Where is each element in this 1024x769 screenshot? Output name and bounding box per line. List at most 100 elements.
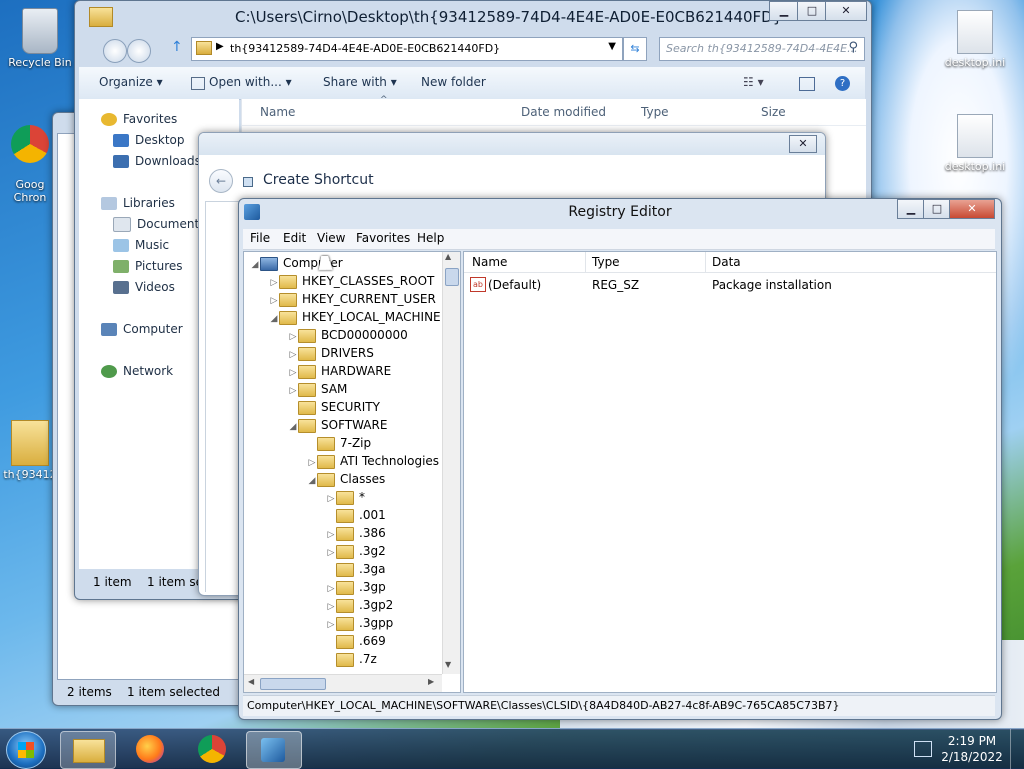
- folder-icon: [336, 544, 354, 559]
- nav-label: Computer: [123, 322, 183, 336]
- scroll-right-arrow-icon[interactable]: ▶: [428, 677, 434, 686]
- column-type[interactable]: Type: [641, 105, 669, 119]
- tree-node[interactable]: ▷ DRIVERS: [288, 344, 374, 362]
- minimize-button[interactable]: ▁: [897, 199, 925, 219]
- chrome-icon: [11, 125, 49, 163]
- tree-node[interactable]: ▷ *: [326, 488, 365, 506]
- tree-horizontal-scrollbar[interactable]: ◀ ▶: [244, 674, 442, 692]
- preview-pane-icon[interactable]: [799, 77, 815, 91]
- open-with-button[interactable]: Open with... ▾: [209, 75, 292, 89]
- close-button[interactable]: ✕: [825, 1, 867, 21]
- taskbar-chrome[interactable]: [186, 731, 240, 767]
- scroll-thumb[interactable]: [445, 268, 459, 286]
- expand-toggle-icon[interactable]: ◢: [269, 310, 279, 328]
- expand-toggle-icon[interactable]: ◢: [288, 418, 298, 436]
- tree-node[interactable]: ▷ BCD00000000: [288, 326, 408, 344]
- taskbar-explorer[interactable]: [60, 731, 116, 769]
- menu-view[interactable]: View: [317, 231, 345, 245]
- tree-node-label: .669: [359, 634, 386, 648]
- menu-edit[interactable]: Edit: [283, 231, 306, 245]
- desktop-icon-recycle-bin[interactable]: Recycle Bin: [0, 8, 80, 69]
- tree-node[interactable]: ▷ HKEY_CLASSES_ROOT: [269, 272, 434, 290]
- tree-node[interactable]: ▷ HARDWARE: [288, 362, 391, 380]
- value-type: REG_SZ: [592, 278, 640, 292]
- tree-node[interactable]: ▷ SAM: [288, 380, 347, 398]
- refresh-button[interactable]: ⇆: [623, 37, 647, 61]
- tree-node-label: SECURITY: [321, 400, 380, 414]
- value-name: (Default): [488, 278, 542, 292]
- status-key-path: Computer\HKEY_LOCAL_MACHINE\SOFTWARE\Cla…: [247, 699, 840, 712]
- tree-node[interactable]: ▷ HKEY_CURRENT_USER: [269, 290, 436, 308]
- scroll-down-arrow-icon[interactable]: ▼: [445, 660, 451, 669]
- start-button[interactable]: [6, 731, 46, 769]
- breadcrumb-arrow-icon[interactable]: ▶: [216, 41, 224, 52]
- tree-vertical-scrollbar[interactable]: ▲ ▼: [442, 252, 460, 674]
- desktop-icon-ini-1[interactable]: desktop.ini: [935, 10, 1015, 69]
- registry-values[interactable]: Name Type Data ab (Default) REG_SZ Packa…: [463, 251, 997, 693]
- maximize-button[interactable]: □: [923, 199, 951, 219]
- address-dropdown-icon[interactable]: ▼: [608, 41, 616, 52]
- values-header: Name Type Data: [464, 252, 996, 273]
- close-button[interactable]: ✕: [789, 135, 817, 153]
- share-with-button[interactable]: Share with ▾: [323, 75, 397, 89]
- folder-window-icon: [89, 7, 151, 63]
- tree-node[interactable]: .669: [326, 632, 386, 650]
- registry-editor-window[interactable]: Registry Editor ▁ □ ✕ File Edit View Fav…: [238, 198, 1002, 720]
- maximize-button[interactable]: □: [797, 1, 827, 21]
- nav-favorites[interactable]: Favorites: [101, 109, 261, 129]
- tree-node[interactable]: ▷ .3g2: [326, 542, 386, 560]
- search-icon: ⚲: [848, 40, 858, 55]
- address-bar[interactable]: ▶ th{93412589-74D4-4E4E-AD0E-E0CB621440F…: [191, 37, 623, 61]
- registry-tree[interactable]: ◢ Computer ▷ HKEY_CLASSES_ROOT ▷ HKEY_CURRENT…: [243, 251, 461, 693]
- tree-node[interactable]: ◢ HKEY_LOCAL_MACHINE: [269, 308, 441, 326]
- tree-node[interactable]: ▷ .3gpp: [326, 614, 393, 632]
- desktop-icon-folder[interactable]: th{93412: [0, 420, 60, 481]
- column-date[interactable]: Date modified: [521, 105, 606, 119]
- tree-node-label: .3gp2: [359, 598, 394, 612]
- organize-button[interactable]: Organize ▾: [99, 75, 163, 89]
- column-size[interactable]: Size: [761, 105, 786, 119]
- tree-node[interactable]: ▷ .386: [326, 524, 386, 542]
- show-desktop-button[interactable]: [1010, 729, 1024, 769]
- minimize-button[interactable]: ▁: [769, 1, 799, 21]
- folder-icon: [279, 292, 297, 307]
- menu-file[interactable]: File: [250, 231, 270, 245]
- tree-node[interactable]: .001: [326, 506, 386, 524]
- tree-node[interactable]: ▷ ATI Technologies: [307, 452, 439, 470]
- tree-node[interactable]: ▷ .3gp2: [326, 596, 393, 614]
- desktop-icon-ini-2[interactable]: desktop.ini: [935, 114, 1015, 173]
- taskbar-firefox[interactable]: [124, 731, 178, 767]
- network-tray-icon[interactable]: [914, 741, 932, 757]
- expand-toggle-icon[interactable]: ◢: [307, 472, 317, 490]
- search-input[interactable]: Search th{93412589-74D4-4E4E... ⚲: [659, 37, 865, 61]
- tree-node[interactable]: .7z: [326, 650, 377, 668]
- libraries-icon: [101, 197, 117, 210]
- tree-node[interactable]: .3ga: [326, 560, 385, 578]
- clock-time[interactable]: 2:19 PM: [944, 734, 1000, 748]
- tree-node[interactable]: ◢ Classes: [307, 470, 385, 488]
- tree-node[interactable]: ◢ SOFTWARE: [288, 416, 387, 434]
- scroll-thumb-horizontal[interactable]: [260, 678, 326, 690]
- up-arrow-icon[interactable]: ↑: [171, 39, 185, 55]
- new-folder-button[interactable]: New folder: [421, 75, 486, 89]
- scroll-up-arrow-icon[interactable]: ▲: [445, 252, 451, 261]
- column-name[interactable]: Name: [472, 255, 507, 269]
- menu-favorites[interactable]: Favorites: [356, 231, 410, 245]
- taskbar-regedit[interactable]: [246, 731, 302, 769]
- value-row[interactable]: ab (Default) REG_SZ Package installation: [464, 276, 996, 294]
- tree-node[interactable]: 7-Zip: [307, 434, 371, 452]
- back-button[interactable]: ←: [209, 169, 233, 193]
- help-icon[interactable]: ?: [835, 76, 850, 91]
- clock-date[interactable]: 2/18/2022: [940, 750, 1004, 764]
- desktop-icon-chrome[interactable]: Goog Chron: [0, 112, 60, 204]
- tree-node[interactable]: SECURITY: [288, 398, 380, 416]
- column-name[interactable]: Name: [260, 105, 295, 119]
- column-type[interactable]: Type: [592, 255, 620, 269]
- view-options-icon[interactable]: ☷ ▾: [743, 75, 764, 89]
- scroll-left-arrow-icon[interactable]: ◀: [248, 677, 254, 686]
- menu-help[interactable]: Help: [417, 231, 444, 245]
- expand-toggle-icon[interactable]: ◢: [250, 256, 260, 274]
- column-data[interactable]: Data: [712, 255, 741, 269]
- tree-node[interactable]: ▷ .3gp: [326, 578, 386, 596]
- close-button[interactable]: ✕: [949, 199, 995, 219]
